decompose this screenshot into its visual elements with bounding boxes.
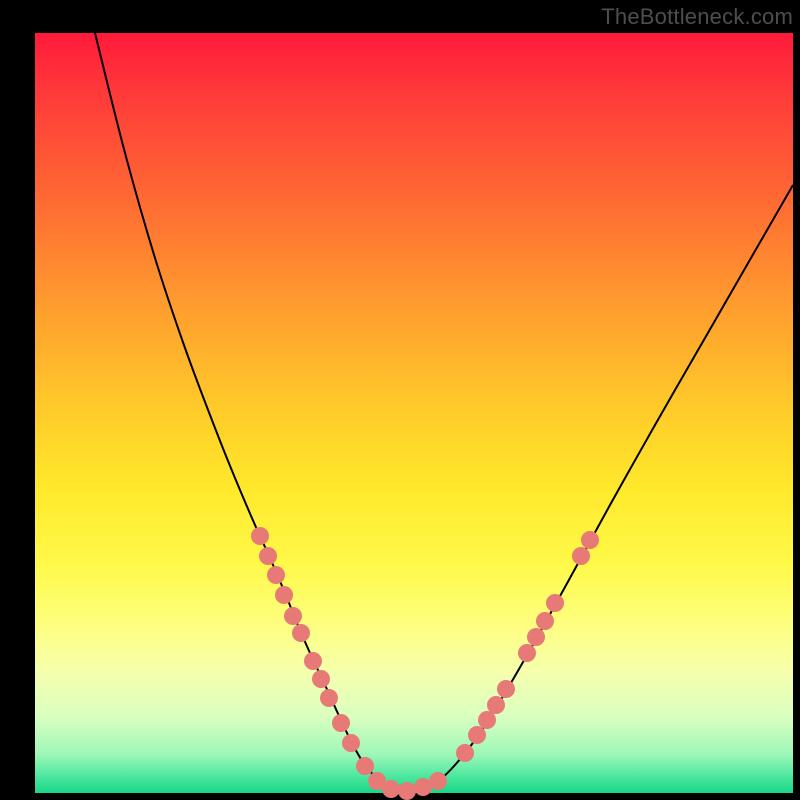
data-marker bbox=[536, 612, 554, 630]
data-marker bbox=[497, 680, 515, 698]
data-marker bbox=[487, 696, 505, 714]
data-marker bbox=[546, 594, 564, 612]
data-marker bbox=[398, 782, 416, 800]
data-marker bbox=[456, 744, 474, 762]
data-marker bbox=[581, 531, 599, 549]
data-marker bbox=[478, 711, 496, 729]
data-marker bbox=[468, 726, 486, 744]
data-marker bbox=[292, 624, 310, 642]
data-marker bbox=[251, 527, 269, 545]
data-marker bbox=[342, 734, 360, 752]
chart-frame: TheBottleneck.com bbox=[0, 0, 800, 800]
data-marker bbox=[518, 644, 536, 662]
data-marker bbox=[527, 628, 545, 646]
chart-svg-layer bbox=[0, 0, 800, 800]
data-marker bbox=[332, 714, 350, 732]
data-marker bbox=[275, 586, 293, 604]
data-marker bbox=[267, 566, 285, 584]
bottleneck-curve bbox=[95, 33, 793, 792]
data-marker bbox=[382, 780, 400, 798]
data-marker bbox=[429, 772, 447, 790]
data-marker bbox=[284, 607, 302, 625]
data-marker bbox=[320, 689, 338, 707]
data-marker bbox=[304, 652, 322, 670]
data-marker bbox=[572, 547, 590, 565]
data-marker bbox=[259, 547, 277, 565]
data-marker bbox=[312, 670, 330, 688]
data-marker bbox=[356, 757, 374, 775]
